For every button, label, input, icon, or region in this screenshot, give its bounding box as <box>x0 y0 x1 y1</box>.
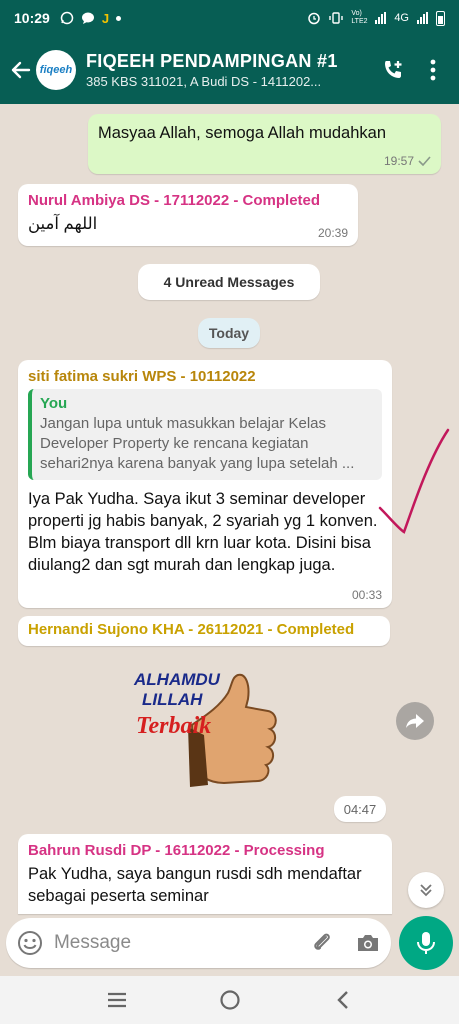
chat-info[interactable]: FIQEEH PENDAMPINGAN #1 385 KBS 311021, A… <box>86 51 373 89</box>
annotation-checkmark <box>378 428 450 534</box>
sticker-image[interactable]: ALHAMDU LILLAH Terbaik <box>128 655 280 795</box>
message-time: 20:39 <box>317 226 348 240</box>
emoji-icon <box>17 931 42 955</box>
message-outgoing[interactable]: Masyaa Allah, semoga Allah mudahkan 19:5… <box>88 114 441 174</box>
sticker-line2: LILLAH <box>142 690 203 709</box>
message-incoming[interactable]: Bahrun Rusdi DP - 16112022 - Processing … <box>18 834 392 914</box>
status-bar: 10:29 J Vo) LTE2 4G <box>0 0 459 36</box>
message-input[interactable] <box>53 932 299 954</box>
system-navigation-bar <box>0 976 459 1024</box>
battery-icon <box>436 10 445 26</box>
chevron-left-icon <box>336 991 348 1009</box>
recents-button[interactable] <box>93 980 141 1020</box>
message-text: Masyaa Allah, semoga Allah mudahkan <box>98 124 387 142</box>
message-composer <box>6 918 391 968</box>
message-incoming[interactable]: Nurul Ambiya DS - 17112022 - Completed ا… <box>18 184 358 246</box>
sender-name[interactable]: Hernandi Sujono KHA - 26112021 - Complet… <box>28 621 380 638</box>
vibrate-icon <box>329 12 344 24</box>
chat-subtitle: 385 KBS 311021, A Budi DS - 1411202... <box>86 74 322 89</box>
lte-label: Vo) LTE2 <box>351 10 368 25</box>
microphone-icon <box>417 932 435 954</box>
scroll-to-bottom-button[interactable] <box>408 872 444 908</box>
unread-label: 4 Unread Messages <box>163 274 295 290</box>
home-circle-icon <box>219 990 240 1010</box>
recents-icon <box>107 992 126 1008</box>
date-label: Today <box>208 325 250 341</box>
network-type: 4G <box>394 12 409 24</box>
chat-header: fiqeeh FIQEEH PENDAMPINGAN #1 385 KBS 31… <box>0 36 459 104</box>
attach-button[interactable] <box>299 918 345 968</box>
message-text: Pak Yudha, saya bangun rusdi sdh mendaft… <box>28 865 362 905</box>
status-time: 10:29 <box>14 10 50 26</box>
group-avatar[interactable]: fiqeeh <box>36 50 76 90</box>
signal-icon <box>375 12 387 24</box>
back-nav-button[interactable] <box>319 980 367 1020</box>
add-call-button[interactable] <box>373 50 413 90</box>
paperclip-icon <box>314 933 330 950</box>
phone-plus-icon <box>385 61 402 78</box>
forward-icon <box>406 714 424 728</box>
double-chevron-down-icon <box>420 884 432 897</box>
camera-button[interactable] <box>345 918 391 968</box>
message-time: 19:57 <box>383 154 414 168</box>
message-text: اللهم آمين <box>28 215 98 233</box>
sender-name[interactable]: siti fatima sukri WPS - 10112022 <box>28 368 382 385</box>
quoted-message[interactable]: You Jangan lupa untuk masukkan belajar K… <box>28 389 382 480</box>
unread-divider: 4 Unread Messages <box>138 264 320 300</box>
voice-record-button[interactable] <box>399 916 453 970</box>
avatar-label: fiqeeh <box>39 64 73 76</box>
check-icon <box>418 156 431 166</box>
forward-button[interactable] <box>396 702 434 740</box>
sender-name[interactable]: Nurul Ambiya DS - 17112022 - Completed <box>28 192 348 209</box>
alarm-icon <box>308 12 321 25</box>
arrow-left-icon <box>11 61 31 79</box>
signal-icon-2 <box>417 12 428 24</box>
quote-author: You <box>40 395 68 412</box>
app-j-icon: J <box>101 10 110 26</box>
chat-icon <box>81 12 94 24</box>
notification-dot-icon <box>116 15 122 21</box>
message-text: Iya Pak Yudha. Saya ikut 3 seminar devel… <box>28 490 378 574</box>
home-button[interactable] <box>206 980 254 1020</box>
sticker-line1: ALHAMDU <box>133 670 221 689</box>
whatsapp-icon <box>60 11 74 25</box>
chat-title: FIQEEH PENDAMPINGAN #1 <box>86 51 338 71</box>
back-button[interactable] <box>4 50 36 90</box>
sticker-line3: Terbaik <box>136 713 211 739</box>
emoji-button[interactable] <box>6 918 54 968</box>
message-incoming[interactable]: siti fatima sukri WPS - 10112022 You Jan… <box>18 360 392 608</box>
message-incoming[interactable]: Hernandi Sujono KHA - 26112021 - Complet… <box>18 616 390 646</box>
camera-icon <box>357 935 378 951</box>
message-time: 00:33 <box>351 588 382 602</box>
message-meta: 19:57 <box>384 154 431 168</box>
sticker-time: 04:47 <box>334 796 386 822</box>
date-divider: Today <box>198 318 260 348</box>
sender-name[interactable]: Bahrun Rusdi DP - 16112022 - Processing <box>28 842 382 859</box>
more-options-button[interactable] <box>413 50 453 90</box>
quote-text: Jangan lupa untuk masukkan belajar Kelas… <box>40 415 355 472</box>
more-vert-icon <box>430 59 436 81</box>
message-time: 04:47 <box>343 801 377 817</box>
